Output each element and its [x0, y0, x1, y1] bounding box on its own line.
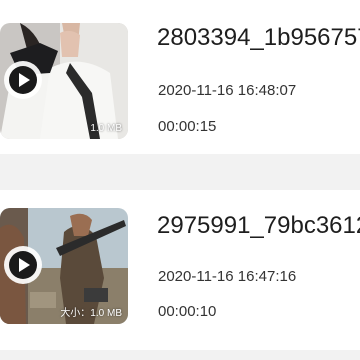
- video-title: 2975991_79bc3612: [157, 212, 360, 239]
- video-date: 2020-11-16 16:48:07: [158, 82, 297, 99]
- video-list-item[interactable]: 大小：1.0 MB 2975991_79bc3612 2020-11-16 16…: [0, 190, 360, 350]
- video-date: 2020-11-16 16:47:16: [158, 268, 297, 285]
- video-title: 2803394_1b956757: [157, 24, 360, 51]
- play-icon[interactable]: [4, 61, 42, 99]
- list-divider: [0, 154, 360, 190]
- video-thumbnail[interactable]: 大小：1.0 MB: [0, 208, 128, 324]
- file-size: 1.0 MB: [90, 123, 122, 134]
- play-icon[interactable]: [4, 246, 42, 284]
- file-size: 大小：1.0 MB: [60, 308, 122, 319]
- video-list-item[interactable]: 1.0 MB 2803394_1b956757 2020-11-16 16:48…: [0, 0, 360, 154]
- video-duration: 00:00:15: [158, 118, 217, 135]
- video-duration: 00:00:10: [158, 303, 217, 320]
- video-list: 1.0 MB 2803394_1b956757 2020-11-16 16:48…: [0, 0, 360, 360]
- video-thumbnail[interactable]: 1.0 MB: [0, 23, 128, 139]
- bottom-divider: [0, 350, 360, 360]
